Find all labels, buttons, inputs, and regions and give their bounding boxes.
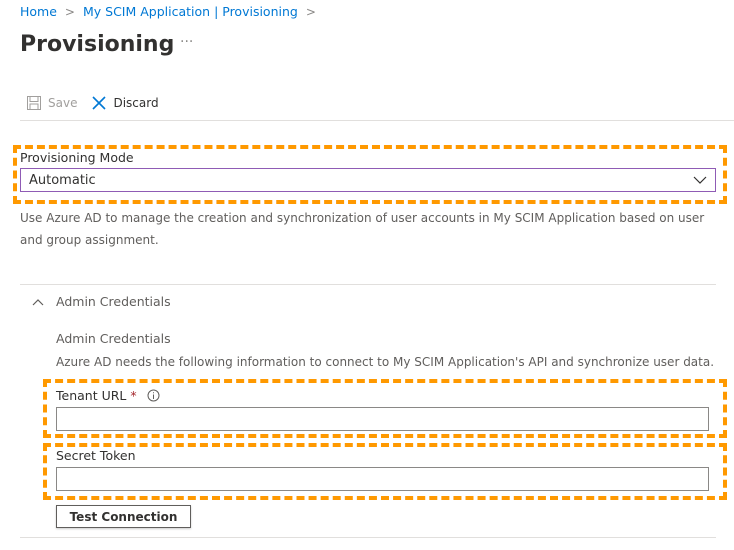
chevron-down-icon <box>693 176 707 184</box>
provisioning-mode-value: Automatic <box>29 172 96 188</box>
breadcrumb-app[interactable]: My SCIM Application | Provisioning <box>83 4 298 19</box>
secret-token-input[interactable] <box>56 467 709 491</box>
admin-credentials-subheading: Admin Credentials <box>56 331 171 346</box>
toolbar-divider <box>20 120 734 121</box>
provisioning-mode-select[interactable]: Automatic <box>20 168 716 192</box>
save-label: Save <box>48 96 78 110</box>
admin-credentials-section-header[interactable]: Admin Credentials <box>32 294 171 309</box>
breadcrumb-separator: > <box>64 4 75 19</box>
tenant-url-label-text: Tenant URL <box>56 388 127 403</box>
save-button[interactable]: Save <box>26 95 77 111</box>
discard-button[interactable]: Discard <box>91 95 159 111</box>
tenant-url-input[interactable] <box>56 407 709 431</box>
secret-token-label: Secret Token <box>56 448 136 463</box>
provisioning-mode-label: Provisioning Mode <box>20 150 134 165</box>
breadcrumb-home[interactable]: Home <box>20 4 57 19</box>
section-title: Admin Credentials <box>56 294 171 309</box>
breadcrumb-separator: > <box>305 4 316 19</box>
toolbar: Save Discard <box>26 95 173 111</box>
info-icon[interactable] <box>147 389 160 402</box>
required-indicator: * <box>130 388 137 403</box>
bottom-divider <box>20 537 716 538</box>
breadcrumb: Home > My SCIM Application | Provisionin… <box>20 4 316 19</box>
save-icon <box>27 96 41 110</box>
more-options-button[interactable]: ··· <box>180 34 193 50</box>
close-icon <box>92 96 107 110</box>
tenant-url-label: Tenant URL * <box>56 388 160 403</box>
section-divider <box>20 284 716 285</box>
provisioning-mode-description: Use Azure AD to manage the creation and … <box>20 211 705 247</box>
test-connection-button[interactable]: Test Connection <box>56 505 191 528</box>
chevron-up-icon <box>32 298 44 305</box>
page-title: Provisioning <box>20 32 175 57</box>
admin-credentials-description: Azure AD needs the following information… <box>56 355 715 369</box>
discard-label: Discard <box>113 96 159 110</box>
